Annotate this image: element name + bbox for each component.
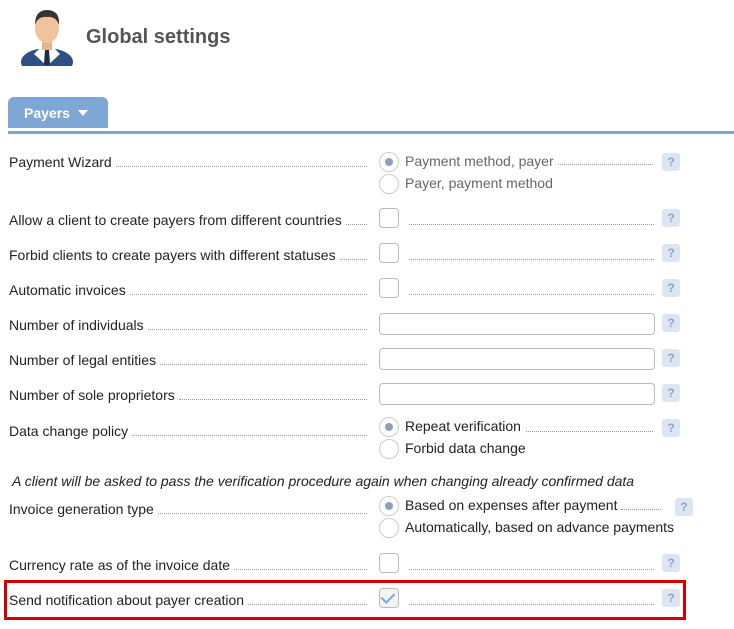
dotted-leader xyxy=(129,294,367,295)
radio-automatically-advance[interactable] xyxy=(379,518,399,538)
setting-label: Number of sole proprietors xyxy=(9,387,175,403)
help-icon[interactable]: ? xyxy=(662,349,680,367)
setting-label: Send notification about payer creation xyxy=(9,592,245,608)
dotted-leader xyxy=(339,259,367,260)
setting-label: Number of legal entities xyxy=(9,352,157,368)
setting-label: Data change policy xyxy=(9,423,129,439)
radio-payer-payment-method[interactable] xyxy=(379,174,399,194)
help-icon[interactable]: ? xyxy=(662,314,680,332)
setting-label: Allow a client to create payers from dif… xyxy=(9,212,342,228)
setting-label: Currency rate as of the invoice date xyxy=(9,557,231,573)
dotted-leader xyxy=(234,569,367,570)
radio-label: Automatically, based on advance payments xyxy=(405,519,675,535)
setting-forbid-different-statuses: Forbid clients to create payers with dif… xyxy=(9,243,734,267)
radio-label: Based on expenses after payment xyxy=(405,497,618,513)
setting-number-of-legal-entities: Number of legal entities ? xyxy=(9,348,734,372)
radio-forbid-data-change[interactable] xyxy=(379,439,399,459)
setting-label: Number of individuals xyxy=(9,317,144,333)
help-icon[interactable]: ? xyxy=(675,498,693,516)
radio-payment-method-payer[interactable] xyxy=(379,152,399,172)
help-icon[interactable]: ? xyxy=(662,554,680,572)
setting-number-of-sole-proprietors: Number of sole proprietors ? xyxy=(9,383,734,407)
setting-currency-rate-invoice-date: Currency rate as of the invoice date ? xyxy=(9,553,734,577)
radio-label: Forbid data change xyxy=(405,440,526,456)
dotted-leader xyxy=(409,604,654,605)
page-title: Global settings xyxy=(86,26,231,48)
setting-automatic-invoices: Automatic invoices ? xyxy=(9,278,734,302)
dotted-leader xyxy=(409,294,654,295)
dotted-leader xyxy=(248,604,367,605)
number-of-sole-proprietors-input[interactable] xyxy=(379,383,655,405)
checkbox-automatic-invoices[interactable] xyxy=(379,278,399,298)
dotted-leader xyxy=(345,224,367,225)
dotted-leader xyxy=(526,431,653,432)
dotted-leader xyxy=(147,329,367,330)
data-change-policy-note: A client will be asked to pass the verif… xyxy=(12,473,635,489)
help-icon[interactable]: ? xyxy=(662,279,680,297)
radio-repeat-verification[interactable] xyxy=(379,417,399,437)
radio-label: Repeat verification xyxy=(405,418,521,434)
checkbox-forbid-different-statuses[interactable] xyxy=(379,243,399,263)
help-icon[interactable]: ? xyxy=(662,209,680,227)
checkbox-allow-different-countries[interactable] xyxy=(379,208,399,228)
radio-label: Payment method, payer xyxy=(405,153,554,169)
dotted-leader xyxy=(115,166,367,167)
setting-data-change-policy: Data change policy Repeat verification F… xyxy=(9,417,734,470)
setting-label: Automatic invoices xyxy=(9,282,126,298)
checkbox-send-notification-payer-creation[interactable] xyxy=(379,588,399,608)
dotted-leader xyxy=(409,259,654,260)
setting-label: Payment Wizard xyxy=(9,154,112,170)
checkmark-icon xyxy=(380,589,396,604)
dotted-leader xyxy=(409,224,654,225)
dotted-leader xyxy=(132,435,367,436)
dotted-leader xyxy=(558,164,653,165)
setting-allow-different-countries: Allow a client to create payers from dif… xyxy=(9,208,734,232)
setting-number-of-individuals: Number of individuals ? xyxy=(9,313,734,337)
tab-payers[interactable]: Payers xyxy=(8,97,108,128)
radio-based-on-expenses[interactable] xyxy=(379,496,399,516)
chevron-down-icon xyxy=(77,109,88,116)
setting-label: Forbid clients to create payers with dif… xyxy=(9,247,336,263)
page-header: Global settings xyxy=(16,4,716,68)
tab-payers-label: Payers xyxy=(24,104,70,121)
setting-payment-wizard: Payment Wizard Payment method, payer Pay… xyxy=(9,152,734,204)
help-icon[interactable]: ? xyxy=(662,153,680,171)
user-avatar-icon xyxy=(21,10,73,66)
help-icon[interactable]: ? xyxy=(662,244,680,262)
number-of-individuals-input[interactable] xyxy=(379,313,655,335)
radio-label: Payer, payment method xyxy=(405,175,553,191)
dotted-leader xyxy=(621,509,661,510)
help-icon[interactable]: ? xyxy=(662,384,680,402)
dotted-leader xyxy=(157,513,367,514)
tab-bar: Payers xyxy=(8,97,734,134)
dotted-leader xyxy=(178,399,367,400)
dotted-leader xyxy=(160,364,367,365)
help-icon[interactable]: ? xyxy=(662,589,680,607)
dotted-leader xyxy=(409,569,654,570)
setting-invoice-generation-type: Invoice generation type Based on expense… xyxy=(9,496,734,548)
number-of-legal-entities-input[interactable] xyxy=(379,348,655,370)
setting-label: Invoice generation type xyxy=(9,501,154,517)
setting-send-notification-payer-creation: Send notification about payer creation ? xyxy=(9,588,734,612)
checkbox-currency-rate-invoice-date[interactable] xyxy=(379,553,399,573)
help-icon[interactable]: ? xyxy=(662,419,680,437)
